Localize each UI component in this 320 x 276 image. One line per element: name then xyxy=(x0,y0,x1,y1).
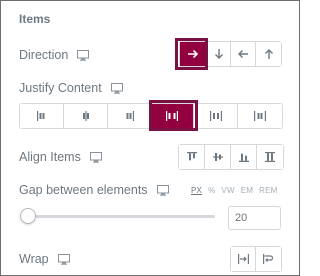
unit-em[interactable]: EM xyxy=(241,186,253,195)
direction-button-group xyxy=(179,41,282,67)
unit-vw[interactable]: VW xyxy=(221,186,234,195)
justify-space-around-icon xyxy=(209,111,222,121)
desktop-icon[interactable] xyxy=(77,49,90,61)
justify-space-between-icon xyxy=(166,111,178,121)
gap-slider-track[interactable] xyxy=(29,215,215,218)
direction-column-button[interactable] xyxy=(207,42,231,66)
layout-items-panel: Items Direction Justify Content Align It… xyxy=(0,0,300,276)
align-items-button-group xyxy=(178,144,284,170)
wrap-label-row: Wrap xyxy=(19,252,71,266)
direction-label-row: Direction xyxy=(19,48,90,62)
desktop-icon[interactable] xyxy=(57,253,71,265)
align-center-icon xyxy=(212,153,223,161)
align-items-label: Align Items xyxy=(19,150,81,164)
desktop-icon[interactable] xyxy=(89,151,103,163)
desktop-icon[interactable] xyxy=(156,184,170,196)
align-end-icon xyxy=(238,153,249,162)
no-wrap-button[interactable] xyxy=(231,247,256,271)
gap-label: Gap between elements xyxy=(19,183,148,197)
arrow-down-icon xyxy=(214,49,223,59)
align-label-row: Align Items xyxy=(19,150,103,164)
unit-rem[interactable]: REM xyxy=(259,186,277,195)
justify-space-evenly-icon xyxy=(254,111,266,121)
justify-end-icon xyxy=(126,111,134,121)
arrow-up-icon xyxy=(264,49,273,59)
direction-column-reverse-button[interactable] xyxy=(256,42,281,66)
justify-space-around-button[interactable] xyxy=(194,104,238,128)
justify-start-icon xyxy=(36,111,44,121)
unit-px[interactable]: PX xyxy=(191,186,202,195)
direction-label: Direction xyxy=(19,48,69,62)
align-center-button[interactable] xyxy=(205,145,231,169)
align-stretch-button[interactable] xyxy=(257,145,283,169)
align-end-button[interactable] xyxy=(231,145,257,169)
desktop-icon[interactable] xyxy=(110,82,124,94)
gap-unit-switcher: PX % VW EM REM xyxy=(191,186,284,195)
justify-space-evenly-button[interactable] xyxy=(238,104,282,128)
wrap-button[interactable] xyxy=(256,247,281,271)
arrow-right-icon xyxy=(188,49,199,59)
gap-label-row: Gap between elements xyxy=(19,183,170,197)
justify-center-button[interactable] xyxy=(64,104,108,128)
arrow-left-icon xyxy=(238,50,248,58)
wrap-label: Wrap xyxy=(19,252,49,266)
direction-row-button[interactable] xyxy=(180,42,207,66)
section-title: Items xyxy=(19,12,51,26)
direction-row-reverse-button[interactable] xyxy=(231,42,256,66)
justify-label-row: Justify Content xyxy=(19,81,124,95)
gap-slider-handle[interactable] xyxy=(20,208,36,224)
wrap-button-group xyxy=(230,246,282,272)
justify-center-icon xyxy=(82,111,89,121)
align-stretch-icon xyxy=(265,152,275,162)
justify-end-button[interactable] xyxy=(108,104,151,128)
gap-number-input[interactable] xyxy=(228,206,281,230)
align-start-icon xyxy=(186,152,197,161)
justify-content-button-group xyxy=(19,103,283,129)
unit-percent[interactable]: % xyxy=(208,186,215,195)
justify-space-between-button[interactable] xyxy=(151,104,194,128)
no-wrap-icon xyxy=(237,254,249,264)
align-start-button[interactable] xyxy=(179,145,205,169)
justify-start-button[interactable] xyxy=(20,104,64,128)
wrap-icon xyxy=(263,254,274,264)
justify-content-label: Justify Content xyxy=(19,81,102,95)
